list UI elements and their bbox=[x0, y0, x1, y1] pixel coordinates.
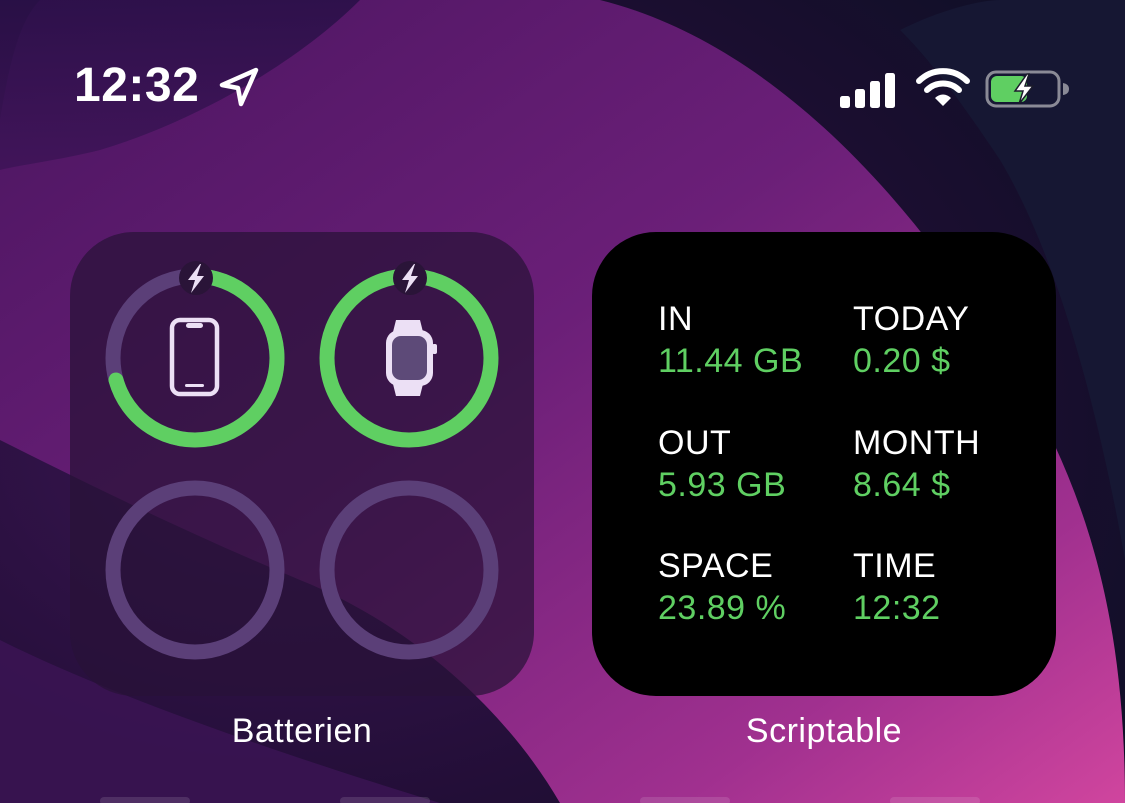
batteries-widget[interactable] bbox=[70, 232, 534, 696]
empty-battery-ring bbox=[105, 480, 285, 660]
scriptable-widget[interactable]: IN 11.44 GB TODAY 0.20 $ OUT 5.93 GB MON… bbox=[592, 232, 1056, 696]
battery-charging-icon bbox=[985, 70, 1069, 108]
cellular-signal-icon bbox=[840, 73, 895, 108]
iphone-icon bbox=[169, 317, 220, 397]
stat-title: MONTH bbox=[853, 424, 981, 462]
stat-space: SPACE 23.89 % bbox=[658, 545, 848, 629]
home-screen: 12:32 Batterien IN 11.44 GB TODAY 0.20 $… bbox=[0, 0, 1125, 803]
stat-value: 5.93 GB bbox=[658, 466, 787, 504]
stat-today: TODAY 0.20 $ bbox=[853, 298, 1043, 382]
stat-title: OUT bbox=[658, 424, 732, 462]
next-row-hint bbox=[100, 797, 980, 803]
empty-battery-ring bbox=[319, 480, 499, 660]
location-arrow-icon bbox=[219, 67, 259, 107]
stat-month: MONTH 8.64 $ bbox=[853, 422, 1043, 506]
stat-value: 11.44 GB bbox=[658, 342, 804, 380]
battery-rings bbox=[105, 261, 499, 660]
stat-title: IN bbox=[658, 300, 693, 338]
scriptable-widget-label: Scriptable bbox=[745, 712, 903, 750]
stat-title: TIME bbox=[853, 547, 937, 585]
status-time: 12:32 bbox=[74, 59, 200, 112]
iphone-battery-ring bbox=[105, 261, 285, 448]
wifi-icon bbox=[916, 68, 970, 106]
apple-watch-icon bbox=[386, 320, 437, 396]
stat-in: IN 11.44 GB bbox=[658, 298, 848, 382]
stat-value: 23.89 % bbox=[658, 589, 787, 627]
stat-value: 12:32 bbox=[853, 589, 941, 627]
stat-title: SPACE bbox=[658, 547, 774, 585]
stat-out: OUT 5.93 GB bbox=[658, 422, 848, 506]
batteries-widget-label: Batterien bbox=[231, 712, 373, 750]
stat-value: 0.20 $ bbox=[853, 342, 951, 380]
stat-value: 8.64 $ bbox=[853, 466, 951, 504]
stat-title: TODAY bbox=[853, 300, 970, 338]
stat-time: TIME 12:32 bbox=[853, 545, 1043, 629]
